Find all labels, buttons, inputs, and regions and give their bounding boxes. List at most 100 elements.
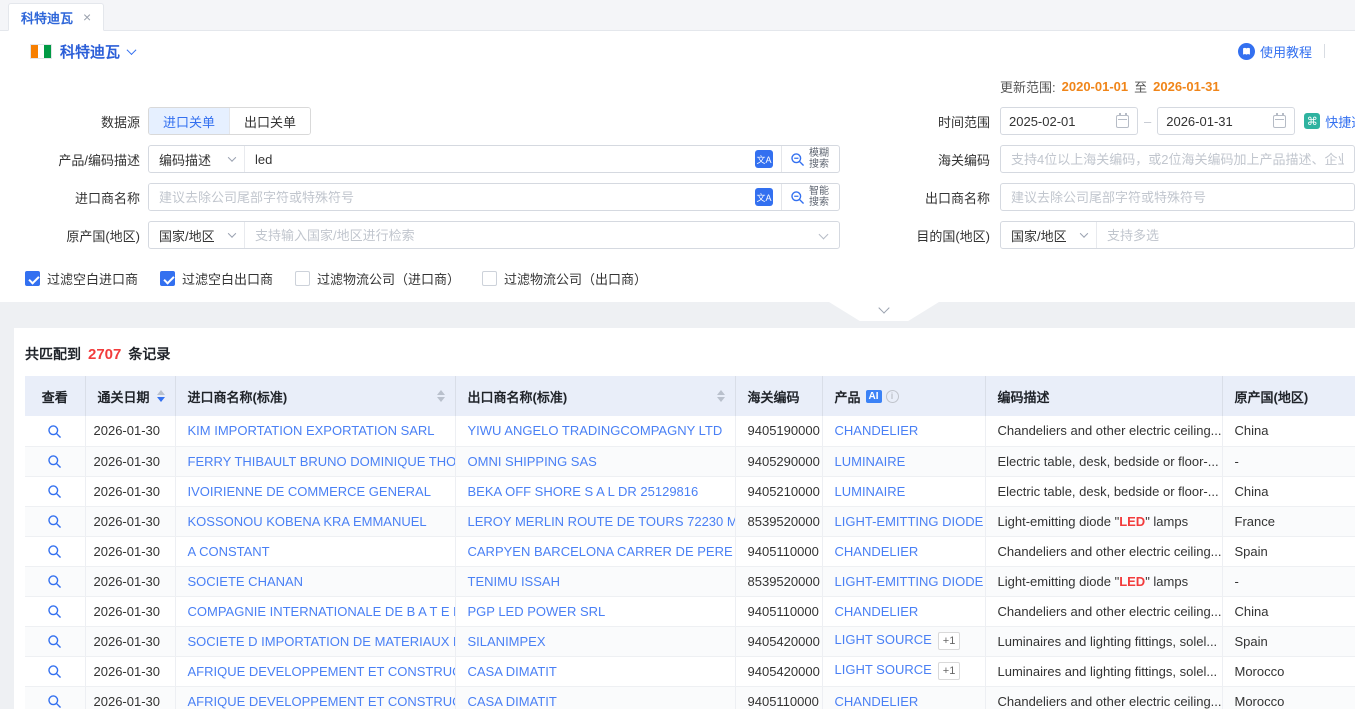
importer-link[interactable]: COMPAGNIE INTERNATIONALE DE B A T E R: [188, 604, 456, 619]
sort-control[interactable]: [151, 390, 165, 402]
destination-mode-select[interactable]: 国家/地区: [1001, 222, 1097, 248]
hs-code-cell: 9405110000: [735, 596, 822, 626]
checkbox-icon[interactable]: [482, 271, 497, 286]
importer-link[interactable]: SOCIETE CHANAN: [188, 574, 304, 589]
view-magnifier-icon: [47, 544, 62, 559]
checkbox-icon[interactable]: [295, 271, 310, 286]
product-mode-select[interactable]: 编码描述: [149, 146, 245, 172]
exporter-link[interactable]: OMNI SHIPPING SAS: [468, 454, 597, 469]
importer-cell: KOSSONOU KOBENA KRA EMMANUEL: [175, 506, 455, 536]
view-magnifier-icon: [47, 484, 62, 499]
description-cell: Chandeliers and other electric ceiling..…: [985, 686, 1222, 709]
collapse-filters-button[interactable]: [829, 302, 939, 321]
results-summary: 共匹配到 2707 条记录: [25, 342, 1355, 366]
time-range-end-input[interactable]: 2026-01-31: [1157, 107, 1295, 135]
exporter-link[interactable]: SILANIMPEX: [468, 634, 546, 649]
tutorial-link[interactable]: 使用教程: [1260, 42, 1312, 61]
view-record-button[interactable]: [47, 424, 62, 439]
view-record-button[interactable]: [47, 634, 62, 649]
hs-code-input[interactable]: [1000, 145, 1355, 173]
importer-link[interactable]: IVOIRIENNE DE COMMERCE GENERAL: [188, 484, 431, 499]
filter-checkbox-0[interactable]: 过滤空白进口商: [25, 269, 138, 288]
product-link[interactable]: CHANDELIER: [835, 694, 919, 709]
exporter-link[interactable]: TENIMU ISSAH: [468, 574, 560, 589]
importer-link[interactable]: KOSSONOU KOBENA KRA EMMANUEL: [188, 514, 427, 529]
filter-checkbox-1[interactable]: 过滤空白出口商: [160, 269, 273, 288]
view-record-button[interactable]: [47, 454, 62, 469]
importer-link[interactable]: KIM IMPORTATION EXPORTATION SARL: [188, 423, 435, 438]
product-search-input[interactable]: [245, 146, 755, 172]
sort-control[interactable]: [711, 390, 725, 402]
checkbox-label: 过滤物流公司（出口商）: [504, 269, 647, 288]
exporter-link[interactable]: PGP LED POWER SRL: [468, 604, 606, 619]
product-link[interactable]: LIGHT SOURCE: [835, 632, 932, 647]
view-record-button[interactable]: [47, 664, 62, 679]
hs-code-cell: 9405110000: [735, 536, 822, 566]
view-magnifier-icon: [47, 514, 62, 529]
quick-select-link[interactable]: 快捷选: [1325, 112, 1355, 131]
product-extra-badge[interactable]: +1: [938, 662, 961, 680]
view-magnifier-icon: [47, 694, 62, 709]
clearance-date-cell: 2026-01-30: [85, 596, 175, 626]
origin-country-input[interactable]: [245, 222, 820, 248]
checkbox-icon[interactable]: [160, 271, 175, 286]
view-record-button[interactable]: [47, 694, 62, 709]
chevron-down-icon[interactable]: [127, 45, 137, 55]
product-link[interactable]: LIGHT SOURCE: [835, 662, 932, 677]
destination-country-input[interactable]: [1097, 222, 1354, 248]
importer-link[interactable]: AFRIQUE DEVELOPPEMENT ET CONSTRUCT...: [188, 694, 456, 709]
importer-link[interactable]: A CONSTANT: [188, 544, 270, 559]
import-declarations-toggle[interactable]: 进口关单: [149, 108, 229, 134]
fuzzy-search-toggle[interactable]: 模糊搜索: [782, 148, 839, 171]
tab-cote-divoire[interactable]: 科特迪瓦 ×: [8, 3, 104, 31]
product-link[interactable]: CHANDELIER: [835, 544, 919, 559]
view-record-button[interactable]: [47, 544, 62, 559]
product-cell: LIGHT-EMITTING DIODE: [822, 506, 985, 536]
importer-input[interactable]: [149, 184, 755, 210]
importer-link[interactable]: SOCIETE D IMPORTATION DE MATERIAUX E...: [188, 634, 456, 649]
column-header-1[interactable]: 通关日期: [85, 376, 175, 416]
exporter-link[interactable]: CASA DIMATIT: [468, 664, 557, 679]
column-header-3[interactable]: 出口商名称(标准): [455, 376, 735, 416]
product-link[interactable]: LUMINAIRE: [835, 484, 906, 499]
description-text: Chandeliers and other electric ceiling..…: [998, 604, 1222, 619]
exporter-link[interactable]: BEKA OFF SHORE S A L DR 25129816: [468, 484, 699, 499]
exporter-link[interactable]: CASA DIMATIT: [468, 694, 557, 709]
export-declarations-toggle[interactable]: 出口关单: [229, 108, 310, 134]
info-icon[interactable]: i: [886, 390, 899, 403]
hs-code-cell: 9405190000: [735, 416, 822, 446]
exporter-cell: YIWU ANGELO TRADINGCOMPAGNY LTD: [455, 416, 735, 446]
view-record-button[interactable]: [47, 514, 62, 529]
importer-link[interactable]: AFRIQUE DEVELOPPEMENT ET CONSTRUCT...: [188, 664, 456, 679]
exporter-link[interactable]: YIWU ANGELO TRADINGCOMPAGNY LTD: [468, 423, 723, 438]
view-record-button[interactable]: [47, 574, 62, 589]
product-link[interactable]: LUMINAIRE: [835, 454, 906, 469]
exporter-label: 出口商名称: [900, 188, 990, 207]
time-range-start-input[interactable]: 2025-02-01: [1000, 107, 1138, 135]
exporter-cell: CARPYEN BARCELONA CARRER DE PERE IV: [455, 536, 735, 566]
filter-checkbox-2[interactable]: 过滤物流公司（进口商）: [295, 269, 460, 288]
origin-mode-select[interactable]: 国家/地区: [149, 222, 245, 248]
translate-icon[interactable]: 文A: [755, 150, 773, 168]
importer-link[interactable]: FERRY THIBAULT BRUNO DOMINIQUE THO...: [188, 454, 456, 469]
sort-control[interactable]: [431, 390, 445, 402]
product-link[interactable]: CHANDELIER: [835, 604, 919, 619]
view-record-button[interactable]: [47, 484, 62, 499]
product-link[interactable]: CHANDELIER: [835, 423, 919, 438]
smart-search-toggle[interactable]: 智能搜索: [782, 186, 839, 209]
exporter-input[interactable]: [1000, 183, 1355, 211]
product-extra-badge[interactable]: +1: [938, 632, 961, 650]
view-record-button[interactable]: [47, 604, 62, 619]
product-link[interactable]: LIGHT-EMITTING DIODE: [835, 514, 984, 529]
column-header-2[interactable]: 进口商名称(标准): [175, 376, 455, 416]
translate-icon[interactable]: 文A: [755, 188, 773, 206]
filter-checkbox-3[interactable]: 过滤物流公司（出口商）: [482, 269, 647, 288]
tab-close-icon[interactable]: ×: [83, 9, 91, 25]
exporter-link[interactable]: CARPYEN BARCELONA CARRER DE PERE IV: [468, 544, 736, 559]
exporter-link[interactable]: LEROY MERLIN ROUTE DE TOURS 72230 M: [468, 514, 736, 529]
product-link[interactable]: LIGHT-EMITTING DIODE: [835, 574, 984, 589]
country-name[interactable]: 科特迪瓦: [60, 41, 120, 62]
time-range-end-value: 2026-01-31: [1166, 114, 1233, 129]
clearance-date-cell: 2026-01-30: [85, 566, 175, 596]
checkbox-icon[interactable]: [25, 271, 40, 286]
